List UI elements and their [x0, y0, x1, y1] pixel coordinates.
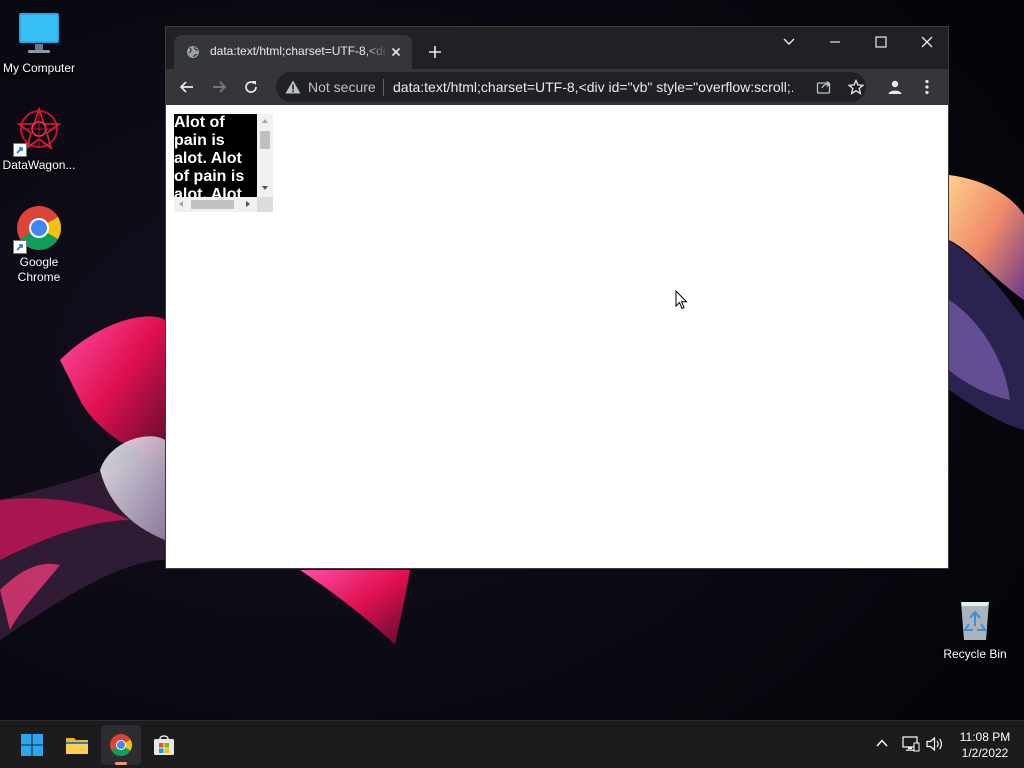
- close-window-button[interactable]: [904, 27, 950, 57]
- globe-icon: [187, 46, 199, 58]
- tab-search-button[interactable]: [766, 27, 812, 57]
- vertical-scrollbar[interactable]: [257, 114, 273, 197]
- shortcut-arrow-icon: [13, 143, 27, 157]
- file-explorer-icon: [66, 738, 88, 754]
- omnibox-divider: [383, 79, 384, 96]
- shortcut-arrow-icon: [13, 240, 27, 254]
- minimize-icon: [830, 41, 840, 43]
- back-icon: [179, 81, 193, 93]
- chevron-down-icon: [783, 38, 795, 45]
- reload-button[interactable]: [239, 75, 263, 99]
- star-icon[interactable]: [848, 79, 864, 95]
- desktop-icon-label: My Computer: [2, 61, 76, 75]
- file-explorer-button[interactable]: [57, 725, 97, 765]
- scroll-right-arrow-icon[interactable]: [246, 201, 250, 207]
- vertical-scroll-thumb[interactable]: [260, 131, 270, 149]
- desktop-icon-label: Google Chrome: [17, 255, 61, 284]
- profile-button[interactable]: [883, 75, 907, 99]
- start-icon: [21, 734, 43, 756]
- reload-icon: [245, 81, 257, 93]
- minimize-button[interactable]: [812, 27, 858, 57]
- store-button[interactable]: [144, 725, 184, 765]
- desktop-icon-datawagon[interactable]: DataWagon...: [0, 106, 79, 173]
- scroll-left-arrow-icon[interactable]: [179, 201, 183, 207]
- page-viewport[interactable]: Alot of pain is alot. Alot of pain is al…: [166, 105, 948, 568]
- tab-title: data:text/html;charset=UTF-8,<div id="vb…: [210, 44, 386, 58]
- url-text[interactable]: data:text/html;charset=UTF-8,<div id="vb…: [393, 79, 793, 95]
- scroll-down-arrow-icon[interactable]: [262, 186, 268, 190]
- desktop-icon-my-computer[interactable]: My Computer: [0, 10, 79, 76]
- recycle-bin-icon: [951, 596, 999, 644]
- browser-tab[interactable]: data:text/html;charset=UTF-8,<div id="vb…: [174, 35, 412, 69]
- horizontal-scrollbar[interactable]: [174, 197, 257, 212]
- clock-date: 1/2/2022: [961, 746, 1009, 760]
- volume-icon[interactable]: [926, 736, 944, 752]
- datawagon-logo-icon: [13, 106, 63, 157]
- desktop-icon-label: Recycle Bin: [943, 647, 1007, 661]
- running-indicator: [115, 762, 127, 765]
- warning-icon[interactable]: [285, 80, 301, 94]
- close-icon: [921, 36, 933, 48]
- chrome-icon: [13, 204, 63, 254]
- chrome-taskbar-button[interactable]: [101, 725, 141, 765]
- desktop-icon-google-chrome[interactable]: Google Chrome: [0, 204, 79, 285]
- plus-icon[interactable]: [424, 41, 446, 63]
- maximize-icon: [875, 36, 887, 48]
- address-bar[interactable]: Not secure data:text/html;charset=UTF-8,…: [276, 72, 866, 102]
- maximize-button[interactable]: [858, 27, 904, 57]
- desktop-icon-label: DataWagon...: [2, 158, 76, 172]
- security-status-label[interactable]: Not secure: [308, 79, 376, 95]
- back-button[interactable]: [175, 75, 199, 99]
- title-bar[interactable]: data:text/html;charset=UTF-8,<div id="vb…: [166, 27, 950, 69]
- scrollbar-corner: [257, 197, 273, 212]
- profile-icon: [888, 80, 902, 94]
- scroll-box[interactable]: Alot of pain is alot. Alot of pain is al…: [174, 114, 273, 212]
- desktop-icon-recycle-bin[interactable]: Recycle Bin: [935, 596, 1015, 662]
- scroll-box-text: Alot of pain is alot. Alot of pain is al…: [174, 114, 245, 197]
- menu-icon: [925, 79, 929, 95]
- chrome-window: data:text/html;charset=UTF-8,<div id="vb…: [165, 26, 949, 569]
- forward-button[interactable]: [207, 75, 231, 99]
- chrome-icon: [110, 734, 132, 756]
- share-icon[interactable]: [816, 79, 832, 95]
- clock-time: 11:08 PM: [959, 730, 1011, 744]
- system-clock[interactable]: 11:08 PM 1/2/2022: [956, 729, 1014, 761]
- start-button[interactable]: [12, 725, 52, 765]
- store-icon: [154, 735, 174, 755]
- taskbar: 11:08 PM 1/2/2022: [0, 720, 1024, 768]
- browser-toolbar: Not secure data:text/html;charset=UTF-8,…: [166, 69, 948, 105]
- monitor-icon: [15, 10, 63, 58]
- forward-icon: [213, 81, 227, 93]
- menu-button[interactable]: [915, 75, 939, 99]
- mouse-cursor-icon: [675, 290, 688, 310]
- network-icon[interactable]: [902, 736, 920, 752]
- horizontal-scroll-thumb[interactable]: [191, 200, 234, 209]
- scroll-up-arrow-icon[interactable]: [262, 119, 268, 123]
- close-icon[interactable]: [388, 44, 404, 60]
- chevron-up-icon[interactable]: [875, 736, 889, 750]
